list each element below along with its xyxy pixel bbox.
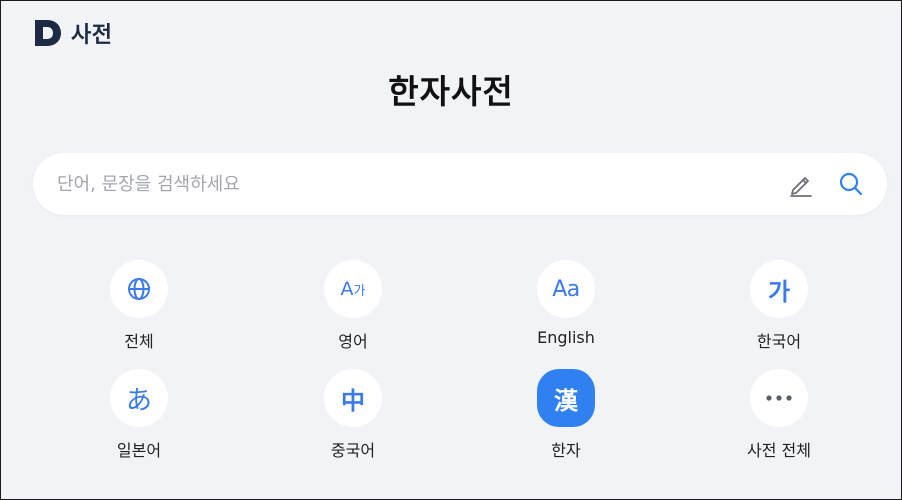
globe-icon — [128, 278, 150, 300]
ga-icon: 가 — [767, 277, 791, 306]
han-icon: 漢 — [554, 386, 578, 415]
search-input[interactable] — [33, 153, 779, 215]
category-hanja[interactable]: 漢 한자 — [496, 369, 636, 461]
category-label: 사전 전체 — [747, 441, 811, 460]
handwriting-button[interactable] — [779, 162, 823, 206]
category-icon-circle: あ — [110, 369, 168, 427]
category-english-korean[interactable]: A가 영어 — [283, 260, 423, 352]
category-label: English — [537, 328, 595, 347]
category-english[interactable]: Aa English — [496, 260, 636, 347]
category-korean[interactable]: 가 한국어 — [709, 260, 849, 352]
more-icon — [766, 395, 792, 401]
category-all[interactable]: 전체 — [69, 260, 209, 352]
category-label: 한국어 — [756, 332, 802, 351]
category-icon-circle: 中 — [324, 369, 382, 427]
category-chinese[interactable]: 中 중국어 — [283, 369, 423, 461]
search-button[interactable] — [829, 162, 873, 206]
category-label: 일본어 — [116, 441, 162, 460]
pen-icon — [790, 177, 812, 197]
category-label: 영어 — [338, 332, 368, 351]
hiragana-a-icon: あ — [125, 385, 152, 416]
category-label: 중국어 — [330, 441, 376, 460]
category-all-dictionaries[interactable]: 사전 전체 — [709, 369, 849, 461]
search-bar — [33, 153, 887, 215]
category-icon-circle — [750, 369, 808, 427]
category-japanese[interactable]: あ 일본어 — [69, 369, 209, 461]
category-icon-circle: Aa — [537, 260, 595, 318]
a-ga-icon: A가 — [340, 278, 366, 300]
category-icon-circle: 가 — [750, 260, 808, 318]
category-label: 전체 — [124, 332, 154, 351]
logo-d-icon — [35, 20, 61, 46]
logo-text: 사전 — [71, 23, 113, 48]
category-label: 한자 — [551, 441, 581, 460]
search-icon — [839, 172, 863, 196]
category-icon-circle-selected: 漢 — [537, 369, 595, 427]
aa-icon: Aa — [552, 276, 580, 302]
page-title: 한자사전 — [388, 72, 514, 111]
app-window: 사전 한자사전 전체 — [0, 0, 902, 500]
dictionary-logo[interactable]: 사전 — [33, 17, 112, 49]
category-icon-circle — [110, 260, 168, 318]
zhong-icon: 中 — [341, 386, 365, 415]
category-icon-circle: A가 — [324, 260, 382, 318]
